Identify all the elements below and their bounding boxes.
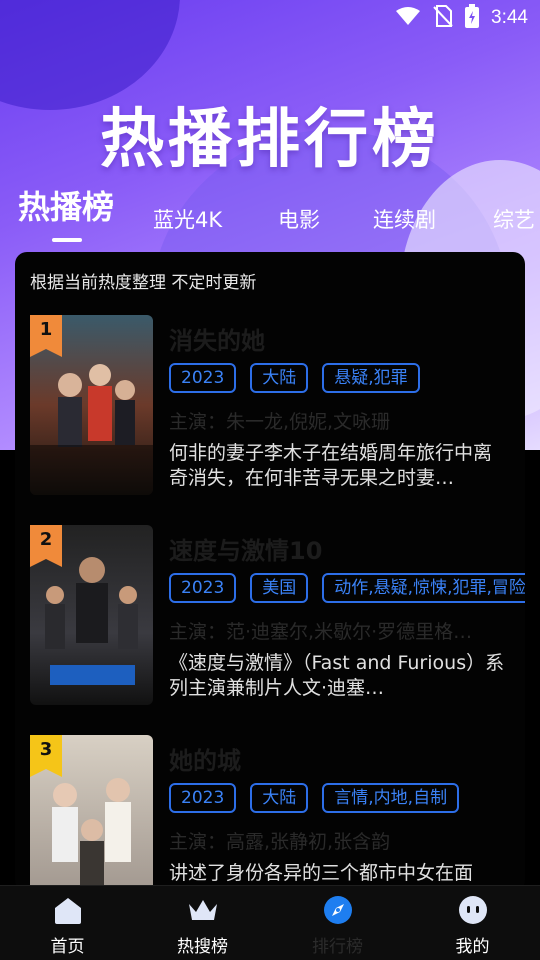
- compass-icon: [322, 894, 354, 926]
- tab-hot[interactable]: 热播榜: [18, 182, 114, 228]
- page-title: 热播排行榜: [100, 103, 440, 177]
- status-time: 3:44: [491, 7, 528, 28]
- nav-label: 排行榜: [312, 937, 363, 957]
- nav-mine[interactable]: 我的: [405, 894, 540, 957]
- rank-badge: 3: [30, 735, 62, 777]
- panel-subtitle: 根据当前热度整理 不定时更新: [30, 273, 257, 293]
- item-title[interactable]: 消失的她: [169, 321, 265, 356]
- crown-icon: [187, 894, 219, 926]
- no-sim-icon: [433, 5, 453, 31]
- active-tab-indicator: [52, 238, 82, 242]
- ranking-panel: 根据当前热度整理 不定时更新 1 消失的她 2023 大陆 悬疑,犯罪 主演：朱…: [15, 252, 525, 892]
- nav-label: 热搜榜: [177, 937, 228, 957]
- rank-badge: 1: [30, 315, 62, 357]
- tab-bluray-4k[interactable]: 蓝光4K: [153, 204, 222, 234]
- wifi-icon: [395, 6, 421, 30]
- nav-label: 首页: [50, 937, 85, 957]
- nav-hot-search[interactable]: 热搜榜: [135, 894, 270, 957]
- item-description: 何非的妻子李木子在结婚周年旅行中离奇消失，在何非苦寻无果之时妻…: [169, 442, 493, 489]
- item-cast: 主演：范·迪塞尔,米歇尔·罗德里格…: [169, 621, 473, 643]
- tag-genre[interactable]: 悬疑,犯罪: [322, 363, 420, 393]
- tag-list: 2023 美国 动作,悬疑,惊悚,犯罪,冒险: [169, 573, 525, 607]
- tab-variety[interactable]: 综艺: [493, 204, 535, 234]
- list-item[interactable]: 3 她的城 2023 大陆 言情,内地,自制 主演：高露,张静初,张含韵 讲述了…: [15, 735, 525, 892]
- status-bar: 3:44: [0, 0, 540, 36]
- rank-number: 1: [39, 319, 53, 340]
- tag-region[interactable]: 美国: [250, 573, 309, 603]
- nav-ranking[interactable]: 排行榜: [270, 894, 405, 957]
- rank-badge: 2: [30, 525, 62, 567]
- tab-movie[interactable]: 电影: [278, 204, 320, 234]
- tag-year[interactable]: 2023: [169, 783, 237, 813]
- tag-region[interactable]: 大陆: [250, 363, 309, 393]
- tag-list: 2023 大陆 悬疑,犯罪: [169, 363, 525, 397]
- category-tabs: 热播榜 蓝光4K 电影 连续剧 综艺: [0, 186, 540, 246]
- tag-year[interactable]: 2023: [169, 363, 237, 393]
- tag-region[interactable]: 大陆: [250, 783, 309, 813]
- item-title[interactable]: 她的城: [169, 741, 241, 776]
- nav-home[interactable]: 首页: [0, 894, 135, 957]
- tag-list: 2023 大陆 言情,内地,自制: [169, 783, 525, 817]
- item-description: 《速度与激情》（Fast and Furious）系列主演兼制片人文·迪塞…: [169, 652, 505, 699]
- tab-series[interactable]: 连续剧: [373, 204, 436, 234]
- battery-icon: [465, 4, 480, 32]
- tag-genre[interactable]: 言情,内地,自制: [322, 783, 460, 813]
- bottom-nav: 首页 热搜榜 排行榜 我的: [0, 885, 540, 960]
- list-item[interactable]: 2 速度与激情10 2023 美国 动作,悬疑,惊悚,犯罪,冒险 主演：范·迪塞…: [15, 525, 525, 705]
- item-cast: 主演：朱一龙,倪妮,文咏珊: [169, 411, 391, 433]
- tag-year[interactable]: 2023: [169, 573, 237, 603]
- rank-number: 2: [39, 529, 53, 550]
- home-icon: [52, 894, 84, 926]
- tag-genre[interactable]: 动作,悬疑,惊悚,犯罪,冒险: [322, 573, 525, 603]
- nav-label: 我的: [455, 937, 490, 957]
- profile-face-icon: [457, 894, 489, 926]
- rank-number: 3: [39, 739, 53, 760]
- list-item[interactable]: 1 消失的她 2023 大陆 悬疑,犯罪 主演：朱一龙,倪妮,文咏珊 何非的妻子…: [15, 315, 525, 495]
- item-cast: 主演：高露,张静初,张含韵: [169, 831, 391, 853]
- item-title[interactable]: 速度与激情10: [169, 531, 322, 566]
